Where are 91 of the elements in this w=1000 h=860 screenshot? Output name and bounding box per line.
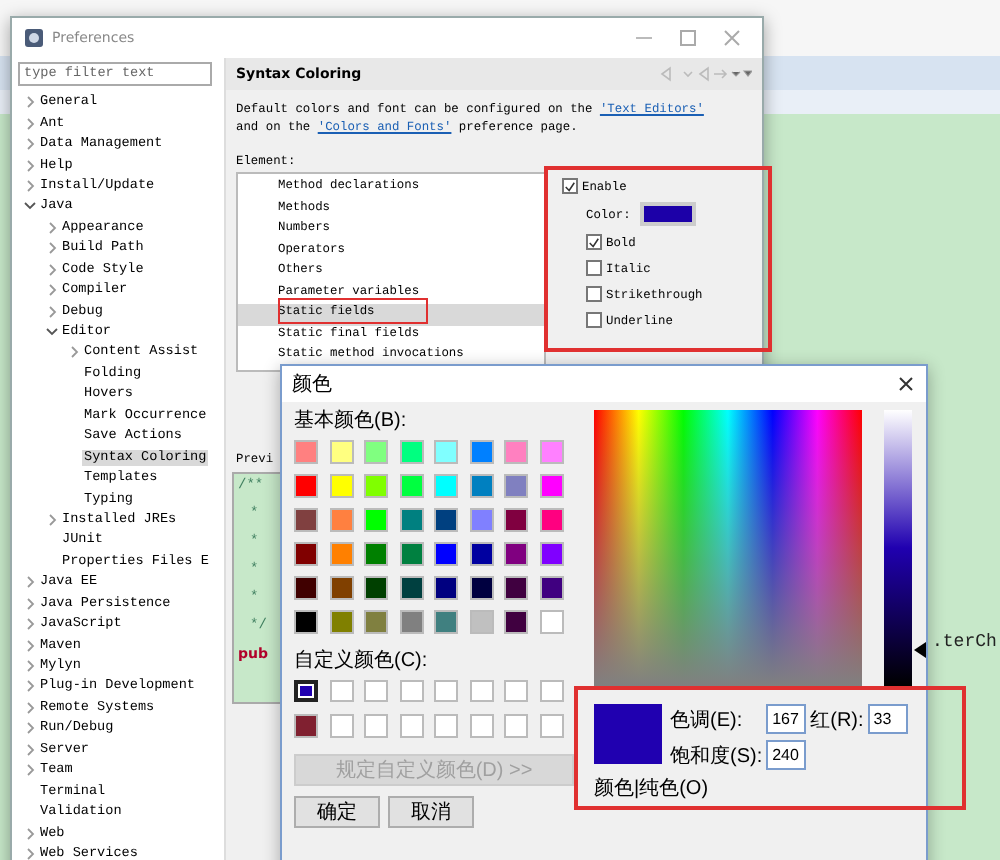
color-swatch[interactable] xyxy=(539,714,563,737)
color-swatch[interactable] xyxy=(329,474,353,497)
basic-colors-label: 基本颜色(B): xyxy=(294,410,409,434)
color-swatch[interactable] xyxy=(469,576,493,599)
checkbox[interactable] xyxy=(562,178,578,194)
color-swatch[interactable] xyxy=(434,679,458,702)
color-swatch[interactable] xyxy=(294,542,318,565)
checkbox[interactable] xyxy=(586,312,602,328)
color-swatch[interactable] xyxy=(539,474,563,497)
color-swatch[interactable] xyxy=(399,474,423,497)
color-swatch[interactable] xyxy=(329,508,353,531)
color-swatch[interactable] xyxy=(434,610,458,633)
expanded-chevron-icon[interactable] xyxy=(44,324,60,341)
color-swatch[interactable] xyxy=(469,714,493,737)
color-swatch[interactable] xyxy=(434,474,458,497)
cancel-button[interactable]: 取消 xyxy=(388,795,474,827)
checkbox[interactable] xyxy=(586,260,602,276)
color-swatch[interactable] xyxy=(539,542,563,565)
color-swatch[interactable] xyxy=(539,610,563,633)
color-swatch[interactable] xyxy=(399,440,423,463)
ok-button[interactable]: 确定 xyxy=(294,795,380,827)
app-icon xyxy=(24,28,44,48)
color-swatch[interactable] xyxy=(504,714,528,737)
color-spectrum[interactable] xyxy=(594,410,862,686)
slider-arrow-icon[interactable] xyxy=(914,642,926,659)
color-swatch[interactable] xyxy=(294,576,318,599)
color-swatch[interactable] xyxy=(504,610,528,633)
color-swatch[interactable] xyxy=(434,714,458,737)
color-swatch[interactable] xyxy=(504,440,528,463)
color-swatch[interactable] xyxy=(364,508,388,531)
color-swatch[interactable] xyxy=(364,576,388,599)
close-icon[interactable] xyxy=(896,374,916,394)
color-swatch[interactable] xyxy=(434,508,458,531)
color-swatch[interactable] xyxy=(364,714,388,737)
custom-colors-label: 自定义颜色(C): xyxy=(294,649,430,673)
color-swatch[interactable] xyxy=(399,542,423,565)
color-swatch[interactable] xyxy=(434,576,458,599)
color-swatch[interactable] xyxy=(539,440,563,463)
color-swatch[interactable] xyxy=(469,474,493,497)
color-swatch[interactable] xyxy=(399,576,423,599)
color-swatch[interactable] xyxy=(364,440,388,463)
color-swatch[interactable] xyxy=(469,508,493,531)
color-swatch[interactable] xyxy=(364,474,388,497)
navigation-arrows-icon[interactable] xyxy=(660,66,752,82)
color-swatch[interactable] xyxy=(329,542,353,565)
color-swatch[interactable] xyxy=(504,508,528,531)
color-swatch[interactable] xyxy=(294,610,318,633)
code-text: .terCh xyxy=(932,632,997,652)
color-swatch[interactable] xyxy=(294,474,318,497)
field-label: 色调(E): xyxy=(670,707,745,733)
color-swatch[interactable] xyxy=(399,714,423,737)
color-swatch[interactable] xyxy=(364,610,388,633)
color-swatch[interactable] xyxy=(469,440,493,463)
color-solid-label: 颜色|纯色(O) xyxy=(594,775,711,802)
color-swatch[interactable] xyxy=(294,440,318,463)
color-swatch[interactable] xyxy=(434,542,458,565)
input-field[interactable]: 240 xyxy=(766,740,807,770)
color-swatch[interactable] xyxy=(329,679,353,702)
color-swatch[interactable] xyxy=(329,576,353,599)
color-preview xyxy=(594,704,662,764)
color-swatch[interactable] xyxy=(294,679,318,702)
color-swatch[interactable] xyxy=(504,679,528,702)
field-label: 饱和度(S): xyxy=(670,743,763,769)
collapsed-chevron-icon[interactable] xyxy=(44,511,60,528)
color-swatch[interactable] xyxy=(329,440,353,463)
color-swatch[interactable] xyxy=(399,679,423,702)
color-swatch[interactable] xyxy=(364,542,388,565)
input-field[interactable]: 33 xyxy=(867,704,908,734)
dialog-title: 颜色 xyxy=(292,371,334,398)
color-swatch[interactable] xyxy=(399,610,423,633)
color-swatch[interactable] xyxy=(504,576,528,599)
checkbox[interactable] xyxy=(586,286,602,302)
color-swatch[interactable] xyxy=(539,679,563,702)
color-swatch[interactable] xyxy=(469,679,493,702)
color-swatch[interactable] xyxy=(469,610,493,633)
color-swatch[interactable] xyxy=(504,542,528,565)
color-swatch[interactable] xyxy=(294,508,318,531)
expanded-chevron-icon[interactable] xyxy=(22,198,38,215)
field-label: 红(R): xyxy=(810,707,864,733)
color-swatch[interactable] xyxy=(539,576,563,599)
checkbox[interactable] xyxy=(586,234,602,250)
color-swatch[interactable] xyxy=(504,474,528,497)
color-swatch[interactable] xyxy=(434,440,458,463)
color-swatch[interactable] xyxy=(539,508,563,531)
color-swatch[interactable] xyxy=(399,508,423,531)
color-swatch[interactable] xyxy=(364,679,388,702)
color-swatch[interactable] xyxy=(329,610,353,633)
color-swatch[interactable] xyxy=(329,714,353,737)
input-field[interactable]: 167 xyxy=(766,704,807,734)
color-swatch[interactable] xyxy=(294,714,318,737)
color-swatch[interactable] xyxy=(469,542,493,565)
